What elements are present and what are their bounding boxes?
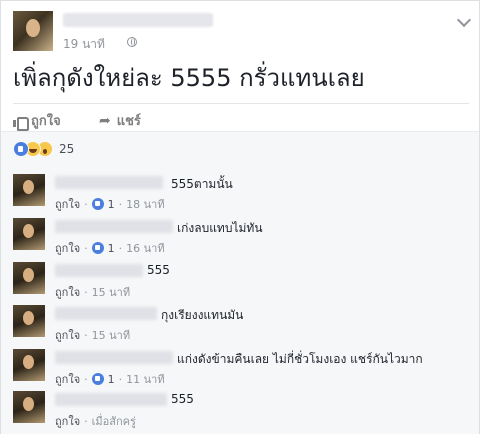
- comment-time[interactable]: 18 นาที: [126, 195, 164, 213]
- post-timestamp[interactable]: 19 นาที: [63, 35, 105, 54]
- comment-time[interactable]: 15 นาที: [92, 283, 130, 301]
- comment-meta: ถูกใจ · 15 นาที: [55, 326, 130, 344]
- facebook-post: 19 นาที เพิ่ลกุดังใหย่ละ 5555 กรั่วแทนเล…: [0, 0, 480, 434]
- like-button-label: ถูกใจ: [31, 114, 61, 129]
- comment-meta: ถูกใจ · 1 · 11 นาที: [55, 370, 165, 388]
- commenter-avatar[interactable]: [13, 262, 45, 294]
- comment-meta: ถูกใจ · 15 นาที: [55, 283, 130, 301]
- poster-avatar[interactable]: [13, 11, 53, 51]
- comment-text: เก่งลบแทบไม่ทัน: [177, 221, 263, 235]
- share-button-label: แชร์: [116, 114, 141, 129]
- commenter-name-blurred[interactable]: [55, 393, 167, 406]
- mini-like-icon: [91, 242, 104, 254]
- comment-item: เก่งลบแทบไม่ทัน ถูกใจ · 1 · 16 นาที: [13, 218, 469, 258]
- thumb-icon: [13, 115, 29, 131]
- share-button[interactable]: ➦ แชร์: [99, 110, 141, 131]
- comment-item: กุงเรียงงแทนมัน ถูกใจ · 15 นาที: [13, 305, 469, 345]
- post-text: เพิ่ลกุดังใหย่ละ 5555 กรั่วแทนเลย: [13, 64, 365, 92]
- globe-icon: [127, 37, 137, 47]
- reaction-count: 25: [59, 142, 75, 156]
- comment-item: 555 ถูกใจ · เมื่อสักครู่: [13, 391, 469, 431]
- commenter-avatar[interactable]: [13, 349, 45, 381]
- comment-like-count[interactable]: 1: [108, 198, 115, 211]
- comment-time[interactable]: 11 นาที: [126, 370, 164, 388]
- commenter-avatar[interactable]: [13, 305, 45, 337]
- comment-meta: ถูกใจ · 1 · 18 นาที: [55, 195, 165, 213]
- commenter-avatar[interactable]: [13, 174, 45, 206]
- comments-section: 25 555ตามนั้น ถูกใจ · 1 · 18 นาที เก่งลบ…: [1, 131, 479, 434]
- comment-time[interactable]: 16 นาที: [126, 239, 164, 257]
- like-reaction-icon: [13, 141, 29, 157]
- comment-meta: ถูกใจ · 1 · 16 นาที: [55, 239, 165, 257]
- commenter-name-blurred[interactable]: [55, 307, 157, 320]
- commenter-name-blurred[interactable]: [55, 220, 173, 233]
- comment-item: 555ตามนั้น ถูกใจ · 1 · 18 นาที: [13, 174, 469, 214]
- comment-like-link[interactable]: ถูกใจ: [55, 195, 80, 213]
- chevron-down-icon[interactable]: [456, 12, 472, 28]
- comment-time[interactable]: 15 นาที: [92, 326, 130, 344]
- comment-item: 555 ถูกใจ · 15 นาที: [13, 262, 469, 302]
- comment-like-link[interactable]: ถูกใจ: [55, 326, 80, 344]
- comment-item: แก่งดังข้ามคืนเลย ไม่กี่ชั่วโมงเอง แชร์ก…: [13, 349, 469, 389]
- commenter-avatar[interactable]: [13, 391, 45, 423]
- share-icon: ➦: [99, 112, 111, 129]
- comment-like-link[interactable]: ถูกใจ: [55, 412, 80, 430]
- comment-meta: ถูกใจ · เมื่อสักครู่: [55, 412, 136, 430]
- commenter-name-blurred[interactable]: [55, 264, 143, 277]
- comment-like-count[interactable]: 1: [108, 242, 115, 255]
- comment-time[interactable]: เมื่อสักครู่: [92, 412, 136, 430]
- comment-text: แก่งดังข้ามคืนเลย ไม่กี่ชั่วโมงเอง แชร์ก…: [177, 352, 423, 366]
- comment-text: 555ตามนั้น: [171, 177, 233, 191]
- poster-name-blurred[interactable]: [63, 13, 213, 27]
- commenter-name-blurred[interactable]: [55, 176, 163, 189]
- like-button[interactable]: ถูกใจ: [13, 110, 61, 131]
- comment-text: 555: [171, 392, 194, 406]
- comment-like-link[interactable]: ถูกใจ: [55, 283, 80, 301]
- comment-like-link[interactable]: ถูกใจ: [55, 370, 80, 388]
- mini-like-icon: [91, 373, 104, 385]
- comment-like-link[interactable]: ถูกใจ: [55, 239, 80, 257]
- reactions-summary[interactable]: 25: [13, 140, 74, 158]
- comment-text: กุงเรียงงแทนมัน: [161, 308, 244, 322]
- mini-like-icon: [91, 198, 104, 210]
- post-action-bar: ถูกใจ ➦ แชร์: [13, 103, 469, 131]
- post-header: 19 นาที: [13, 11, 472, 54]
- commenter-name-blurred[interactable]: [55, 351, 173, 364]
- commenter-avatar[interactable]: [13, 218, 45, 250]
- comment-like-count[interactable]: 1: [108, 373, 115, 386]
- comment-text: 555: [147, 263, 170, 277]
